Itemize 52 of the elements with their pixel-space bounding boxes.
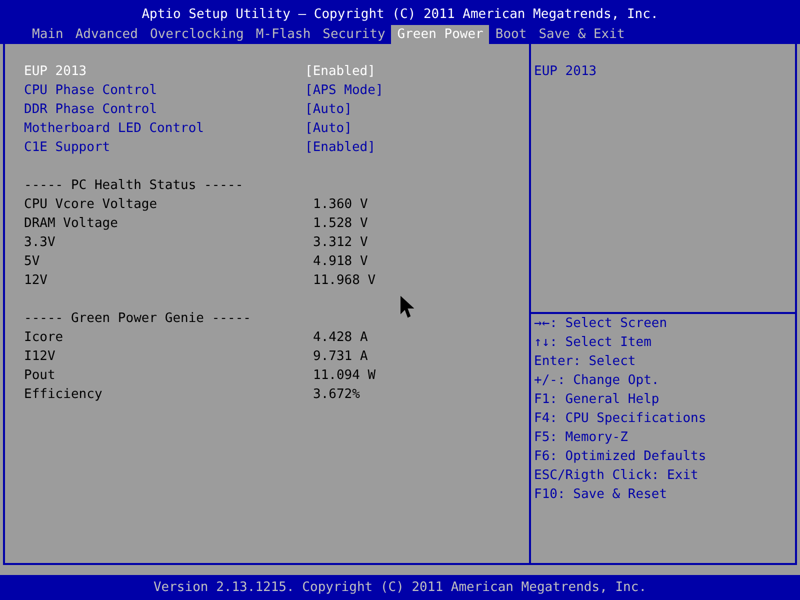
reading-label: 12V [24, 272, 48, 290]
reading-value: 4.428 A [312, 329, 368, 347]
reading-value: 3.672% [312, 386, 360, 404]
version-footer: Version 2.13.1215. Copyright (C) 2011 American Megatrends, Inc. [0, 575, 800, 600]
section-heading: ----- Green Power Genie ----- [24, 310, 252, 328]
menu-tab[interactable]: Advanced [69, 25, 144, 44]
setting-label[interactable]: EUP 2013 [24, 62, 305, 81]
reading-value: 3.312 V [312, 234, 368, 252]
reading-label: 3.3V [24, 234, 56, 252]
setting-label[interactable]: C1E Support [24, 138, 305, 157]
key-hint: Enter: Select [534, 353, 637, 371]
reading-value: 4.918 V [312, 253, 368, 271]
reading-label: Icore [24, 329, 64, 347]
reading-label: I12V [24, 348, 56, 366]
reading-label: 5V [24, 253, 41, 271]
reading-value: 1.360 V [312, 196, 368, 214]
setting-value[interactable]: [Auto] [305, 100, 352, 119]
key-hint: F6: Optimized Defaults [534, 448, 708, 466]
key-hint: F4: CPU Specifications [534, 410, 708, 428]
key-hint: F1: General Help [534, 391, 660, 409]
key-hint: ESC/Rigth Click: Exit [534, 467, 700, 485]
item-help-text: EUP 2013 [534, 63, 598, 81]
setting-value[interactable]: [Auto] [305, 119, 352, 138]
reading-label: Pout [24, 367, 56, 385]
key-hint: F10: Save & Reset [534, 486, 668, 504]
reading-value: 11.094 W [312, 367, 376, 385]
menu-tab[interactable]: M-Flash [250, 25, 317, 44]
section-heading: ----- PC Health Status ----- [24, 177, 244, 195]
menu-tab[interactable]: Boot [489, 25, 533, 44]
mouse-pointer-icon [400, 296, 414, 318]
reading-label: CPU Vcore Voltage [24, 196, 158, 214]
reading-value: 1.528 V [312, 215, 368, 233]
menu-tab[interactable]: Save & Exit [532, 25, 631, 44]
key-hint: →←: Select Screen [534, 315, 668, 333]
menu-tab[interactable]: Security [316, 25, 392, 44]
setting-label[interactable]: Motherboard LED Control [24, 119, 305, 138]
reading-label: DRAM Voltage [24, 215, 119, 233]
key-hint: +/-: Change Opt. [534, 372, 660, 390]
reading-label: Efficiency [24, 386, 104, 404]
menu-tab[interactable]: Main [26, 25, 70, 44]
key-hint: F5: Memory-Z [534, 429, 629, 447]
key-hint: ↑↓: Select Item [534, 334, 652, 352]
setting-label[interactable]: CPU Phase Control [24, 81, 305, 100]
utility-title: Aptio Setup Utility – Copyright (C) 2011 American Megatrends, Inc. [140, 6, 660, 24]
reading-value: 11.968 V [312, 272, 376, 290]
setting-value[interactable]: [Enabled] [305, 138, 376, 157]
menu-tab[interactable]: Green Power [391, 25, 490, 44]
setting-value[interactable]: [APS Mode] [305, 81, 384, 100]
reading-value: 9.731 A [312, 348, 368, 366]
setting-value[interactable]: [Enabled] [305, 62, 376, 81]
menu-tab[interactable]: Overclocking [144, 25, 250, 44]
setting-label[interactable]: DDR Phase Control [24, 100, 305, 119]
